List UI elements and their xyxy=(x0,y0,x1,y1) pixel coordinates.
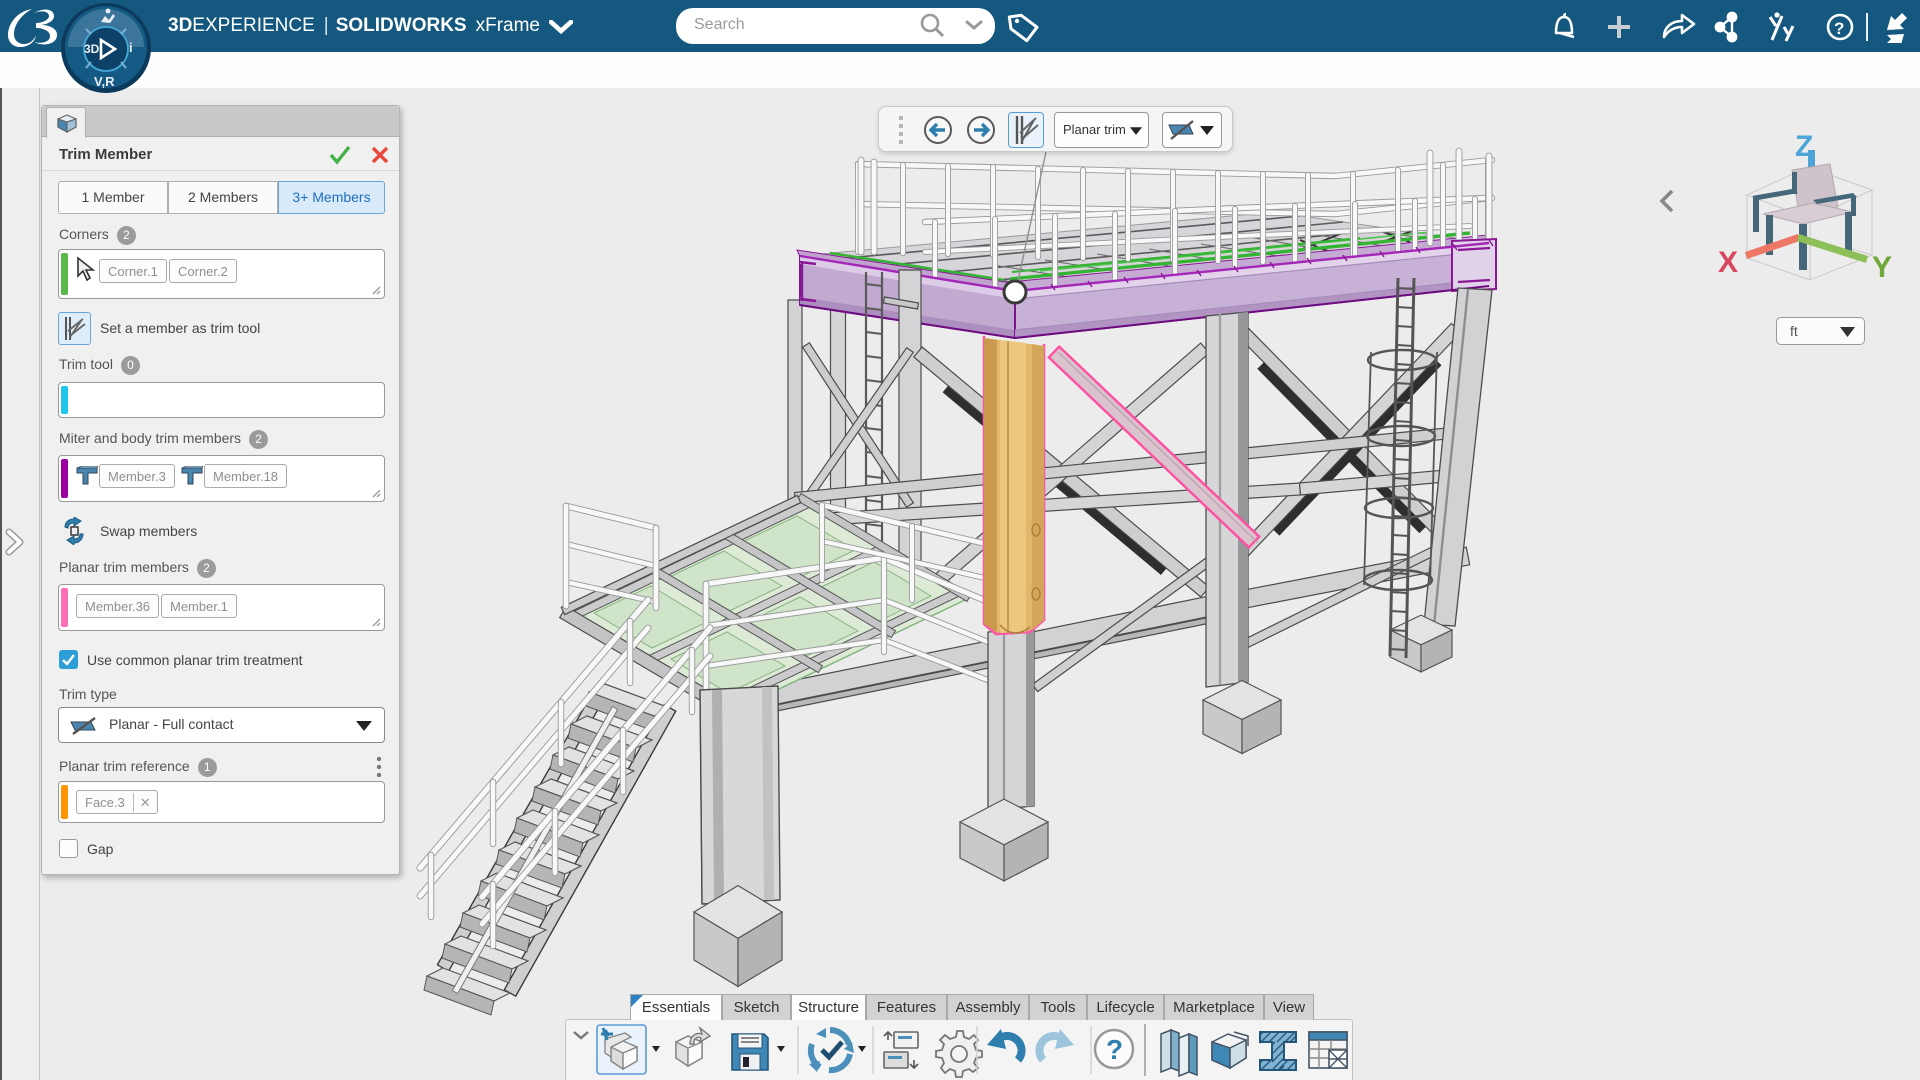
svg-text:i: i xyxy=(129,40,133,55)
svg-text:X: X xyxy=(1718,246,1738,279)
svg-text:V,R: V,R xyxy=(94,74,115,89)
svg-text:3D: 3D xyxy=(84,42,100,56)
svg-text:?: ? xyxy=(1834,19,1844,38)
svg-text:Y: Y xyxy=(1872,251,1892,284)
svg-text:?: ? xyxy=(1106,1034,1123,1065)
svg-text:Z: Z xyxy=(1795,130,1813,163)
